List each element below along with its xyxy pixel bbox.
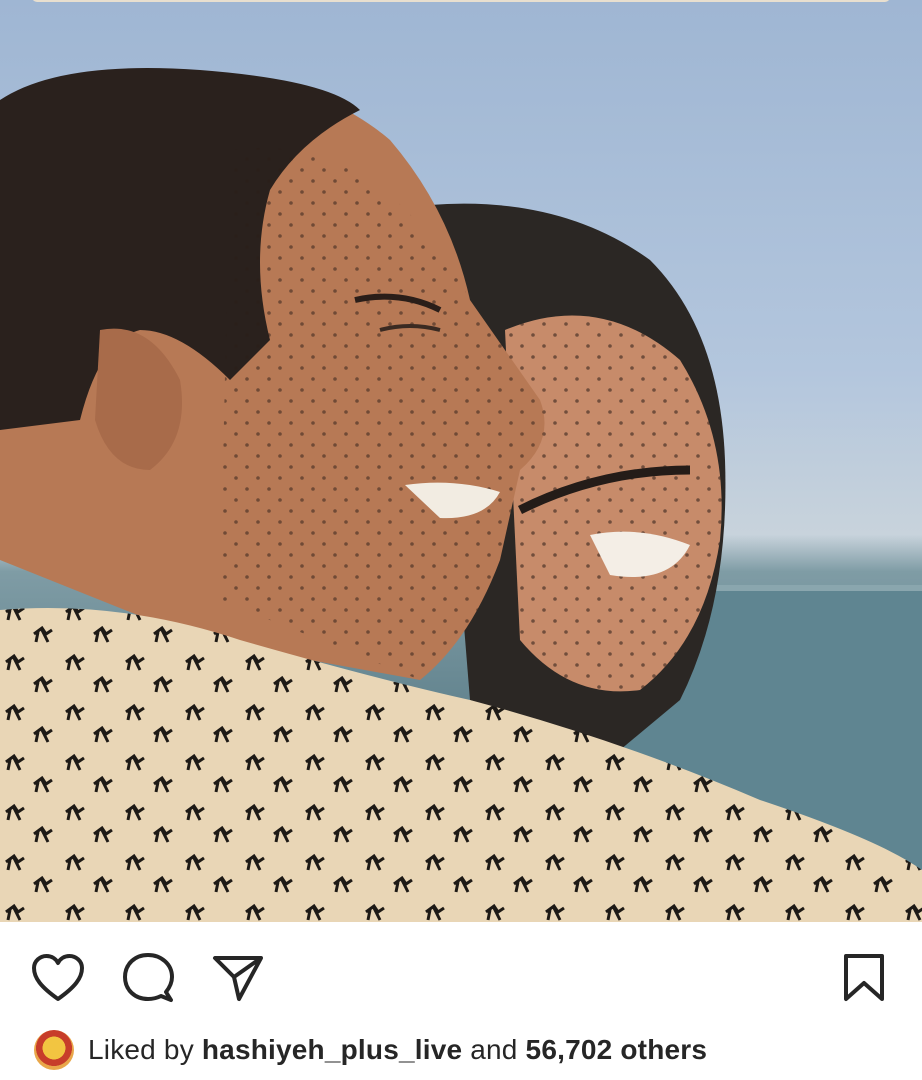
bookmark-icon: [844, 954, 884, 1001]
heart-icon: [32, 954, 84, 1001]
liker-avatar[interactable]: [34, 1030, 74, 1070]
likes-prefix: Liked by: [88, 1034, 202, 1065]
post-action-bar: [0, 922, 922, 1022]
like-button[interactable]: [30, 950, 86, 1006]
photo-illustration: [0, 68, 922, 922]
share-button[interactable]: [210, 950, 266, 1006]
likes-text: Liked by hashiyeh_plus_live and 56,702 o…: [88, 1034, 707, 1066]
paper-plane-icon: [213, 956, 263, 1001]
likes-middle: and: [462, 1034, 526, 1065]
likes-summary: Liked by hashiyeh_plus_live and 56,702 o…: [34, 1030, 707, 1070]
likes-count[interactable]: 56,702 others: [526, 1034, 708, 1065]
liker-username[interactable]: hashiyeh_plus_live: [202, 1034, 462, 1065]
post-photo[interactable]: [0, 0, 922, 922]
comment-button[interactable]: [120, 950, 176, 1006]
comment-bubble-icon: [123, 953, 174, 1002]
save-button[interactable]: [836, 950, 892, 1006]
